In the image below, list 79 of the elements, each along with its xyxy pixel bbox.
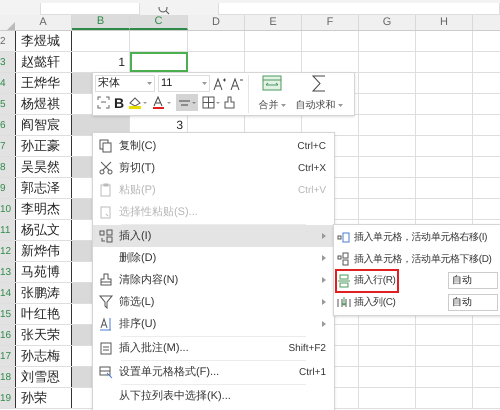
row-header[interactable]: 18 xyxy=(0,367,15,387)
row-header[interactable]: 10 xyxy=(0,199,15,219)
menu-item-label: 剪切(T) xyxy=(119,160,156,176)
menu-item[interactable]: 从下拉列表中选择(K)... xyxy=(93,385,334,407)
menu-item[interactable]: 排序(U) xyxy=(93,313,334,335)
font-select[interactable]: 宋体 xyxy=(95,75,155,92)
menu-item[interactable]: 插入列(C) xyxy=(337,294,396,310)
menu-item[interactable]: 插入单元格，活动单元格下移(D) xyxy=(337,252,492,267)
menu-item[interactable]: 插入(I) xyxy=(93,225,334,247)
column-header[interactable]: D xyxy=(188,15,245,30)
column-header[interactable]: H xyxy=(416,15,473,30)
row-header[interactable]: 9 xyxy=(0,178,15,198)
row-header[interactable]: 13 xyxy=(0,262,15,282)
menu-item-label: 删除(D) xyxy=(119,250,158,266)
column-header[interactable]: E xyxy=(245,15,302,30)
menu-item-label: 复制(C) xyxy=(119,138,158,154)
row-header[interactable]: 5 xyxy=(0,94,15,114)
row-header[interactable]: 6 xyxy=(0,115,15,135)
table-cell: 赵懿轩 xyxy=(15,52,72,72)
menu-item-label: 设置单元格格式(F)... xyxy=(119,364,220,380)
table-cell: 马苑博 xyxy=(15,262,72,282)
menu-item-label: 清除内容(N) xyxy=(119,272,180,288)
table-cell: 叶红艳 xyxy=(15,304,72,324)
row-header[interactable]: 7 xyxy=(0,136,15,156)
menu-item-label: 排序(U) xyxy=(119,316,158,332)
menu-item[interactable]: 设置单元格格式(F)... Ctrl+1 xyxy=(93,361,334,383)
row-header[interactable]: 3 xyxy=(0,52,15,72)
table-cell: 孙正豪 xyxy=(15,136,72,156)
table-cell: 郭志泽 xyxy=(15,178,72,198)
field-value: 自动 xyxy=(452,296,472,310)
shortcut-text: Ctrl+V xyxy=(298,184,326,198)
table-cell: 杨弘文 xyxy=(15,220,72,240)
column-header[interactable]: C xyxy=(130,15,188,30)
menu-item-label: 插入批注(M)... xyxy=(119,340,190,356)
row-header[interactable]: 12 xyxy=(0,241,15,261)
table-cell: 孙荣 xyxy=(15,388,72,408)
count-field[interactable]: 自动 xyxy=(448,272,498,290)
column-header[interactable]: F xyxy=(302,15,359,30)
row-header[interactable]: 8 xyxy=(0,157,15,177)
menu-item-label: 插入(I) xyxy=(119,228,152,244)
menu-item[interactable]: 筛选(L) xyxy=(93,291,334,313)
menu-item[interactable]: 插入行(R) xyxy=(337,273,396,288)
menu-item-label: 插入列(C) xyxy=(354,296,396,310)
row-header[interactable]: 2 xyxy=(0,31,15,51)
menu-item-label: 插入行(R) xyxy=(354,274,396,288)
row-header[interactable]: 11 xyxy=(0,220,15,240)
row-header[interactable]: 15 xyxy=(0,304,15,324)
row-header[interactable]: 16 xyxy=(0,325,15,345)
column-header[interactable]: G xyxy=(359,15,416,30)
menu-item[interactable]: 复制(C) Ctrl+C xyxy=(93,135,334,157)
font-size-select[interactable]: 11 xyxy=(158,75,210,92)
shortcut-text: Shift+F2 xyxy=(288,342,326,356)
table-cell: 杨煜祺 xyxy=(15,94,72,114)
menu-item-label: 从下拉列表中选择(K)... xyxy=(119,388,232,404)
table-cell: 李煜城 xyxy=(15,31,72,51)
menu-item[interactable]: 删除(D) xyxy=(93,247,334,269)
menu-item[interactable]: 插入批注(M)... Shift+F2 xyxy=(93,337,334,359)
menu-item-label: 粘贴(P) xyxy=(119,182,157,198)
bold-button[interactable]: B xyxy=(114,96,124,110)
menu-item[interactable]: 剪切(T) Ctrl+X xyxy=(93,157,334,179)
menu-item-label: 选择性粘贴(S)... xyxy=(119,204,199,220)
column-header[interactable]: B xyxy=(72,15,130,30)
autosum-button[interactable]: 自动求和 xyxy=(296,98,342,113)
menu-item-label: 筛选(L) xyxy=(119,294,156,310)
field-value: 自动 xyxy=(452,274,472,288)
table-cell: 孙志梅 xyxy=(15,346,72,366)
shortcut-text: Ctrl+C xyxy=(297,140,326,154)
shortcut-text: Ctrl+1 xyxy=(299,366,326,380)
menu-item-label: 插入单元格，活动单元格下移(D) xyxy=(354,252,492,267)
row-header[interactable]: 14 xyxy=(0,283,15,303)
row-header[interactable]: 19 xyxy=(0,388,15,408)
menu-item[interactable]: 清除内容(N) xyxy=(93,269,334,291)
count-field[interactable]: 自动 xyxy=(448,294,498,311)
merge-button[interactable]: 合并 xyxy=(258,98,286,113)
row-header[interactable]: 17 xyxy=(0,346,15,366)
shortcut-text: Ctrl+X xyxy=(298,162,326,176)
row-header[interactable]: 4 xyxy=(0,73,15,93)
font-name: 宋体 xyxy=(98,76,120,92)
font-size: 11 xyxy=(161,76,172,92)
